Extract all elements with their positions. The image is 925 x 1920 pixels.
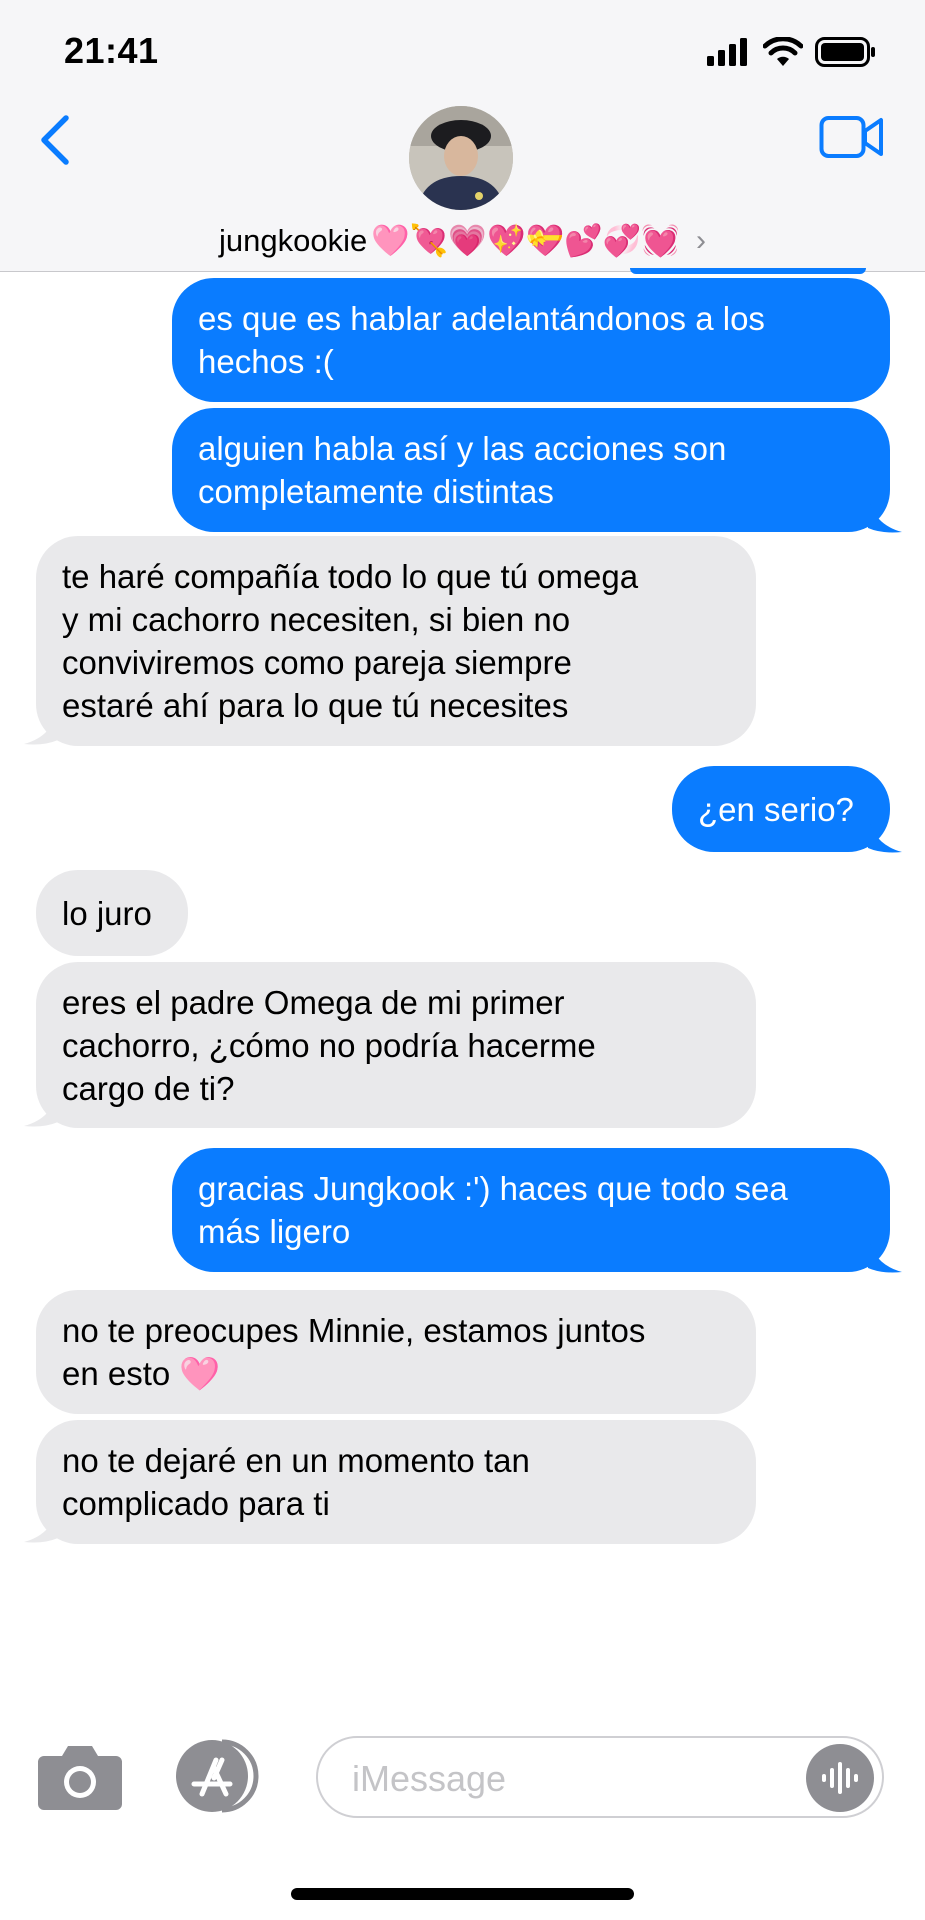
status-icons: [707, 34, 877, 70]
imessage-input[interactable]: iMessage: [316, 1736, 884, 1818]
wifi-icon: [763, 37, 803, 66]
bubble-tail-incoming: [24, 1504, 58, 1543]
message-bubble-incoming[interactable]: no te dejaré en un momento tan complicad…: [36, 1420, 756, 1544]
message-text: te haré compañía todo lo que tú omega y …: [62, 558, 639, 724]
message-bubble-outgoing[interactable]: alguien habla así y las acciones son com…: [172, 408, 890, 532]
message-bubble-incoming[interactable]: eres el padre Omega de mi primer cachorr…: [36, 962, 756, 1128]
app-store-icon: [176, 1739, 259, 1813]
message-bubble-incoming[interactable]: no te preocupes Minnie, estamos juntos e…: [36, 1290, 756, 1414]
bubble-tail-outgoing: [868, 1234, 902, 1273]
battery-icon: [815, 37, 875, 67]
message-text: alguien habla así y las acciones son com…: [198, 430, 727, 510]
video-call-button[interactable]: [819, 114, 885, 160]
bubble-tail-outgoing: [868, 494, 902, 533]
imessage-placeholder: iMessage: [352, 1758, 507, 1799]
message-text: lo juro: [62, 894, 152, 932]
back-button[interactable]: [36, 112, 76, 168]
contact-avatar[interactable]: [409, 106, 513, 210]
audio-waveform-icon: [822, 1762, 858, 1794]
avatar-photo: [409, 106, 513, 210]
scrolled-bubble-remnant: [630, 268, 866, 274]
signal-icon: [707, 38, 747, 66]
home-indicator[interactable]: [291, 1888, 634, 1900]
video-call-icon: [819, 116, 883, 158]
message-text: eres el padre Omega de mi primer cachorr…: [62, 983, 596, 1107]
bubble-tail-incoming: [24, 706, 58, 745]
message-bubble-outgoing[interactable]: es que es hablar adelantándonos a los he…: [172, 278, 890, 402]
message-bubble-incoming[interactable]: te haré compañía todo lo que tú omega y …: [36, 536, 756, 746]
camera-button[interactable]: [38, 1742, 122, 1810]
status-time: 21:41: [64, 30, 159, 71]
message-bubble-outgoing[interactable]: gracias Jungkook :') haces que todo sea …: [172, 1148, 890, 1272]
message-bubble-incoming[interactable]: lo juro: [36, 870, 188, 956]
message-text: es que es hablar adelantándonos a los he…: [198, 300, 765, 380]
contact-name: jungkookie: [218, 222, 368, 258]
bubble-tail-incoming: [24, 1088, 58, 1127]
chevron-right-icon: ›: [696, 223, 706, 257]
message-text: no te dejaré en un momento tan complicad…: [62, 1442, 530, 1522]
message-text: gracias Jungkook :') haces que todo sea …: [198, 1170, 788, 1250]
message-text: ¿en serio?: [698, 790, 854, 828]
back-chevron-icon: [41, 115, 69, 165]
message-text: no te preocupes Minnie, estamos juntos e…: [62, 1312, 646, 1392]
conversation-header: 21:41 jungkookie 🩷💘💗💖💝💕💞💓 ›: [0, 0, 925, 272]
contact-name-row[interactable]: jungkookie 🩷💘💗💖💝💕💞💓 ›: [0, 222, 925, 259]
app-store-button[interactable]: [174, 1738, 266, 1814]
contact-emojis: 🩷💘💗💖💝💕💞💓: [371, 223, 680, 258]
message-bubble-outgoing[interactable]: ¿en serio?: [672, 766, 890, 852]
bubble-tail-outgoing: [868, 814, 902, 853]
camera-icon: [38, 1746, 122, 1810]
audio-message-button[interactable]: [806, 1744, 874, 1812]
